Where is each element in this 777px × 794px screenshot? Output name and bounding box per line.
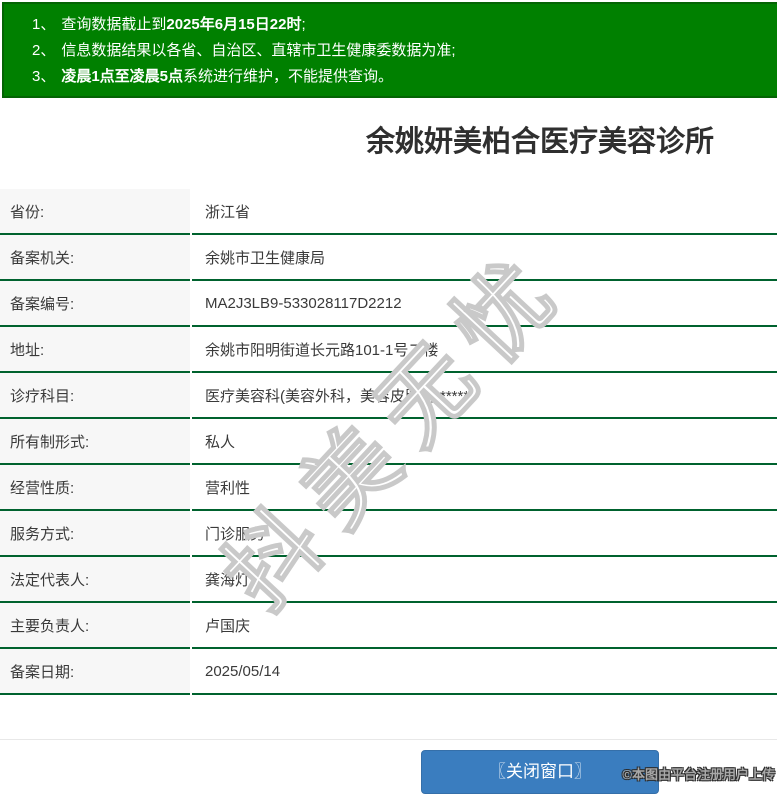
notice-text: ; xyxy=(301,16,306,33)
row-label: 备案日期: xyxy=(0,649,190,695)
row-value: 门诊服务 xyxy=(192,511,777,557)
close-window-button[interactable]: 〖关闭窗口〗 xyxy=(421,750,659,794)
row-value: 余姚市阳明街道长元路101-1号二楼 xyxy=(192,327,777,373)
table-row-departments: 诊疗科目: 医疗美容科(美容外科，美容皮肤科)****** xyxy=(0,373,777,419)
notice-text-bold: 2025年6月15日22时 xyxy=(166,16,302,33)
page-title: 余姚妍美柏合医疗美容诊所 xyxy=(365,126,714,158)
footer-divider xyxy=(0,739,777,740)
table-row-person-in-charge: 主要负责人: 卢国庆 xyxy=(0,603,777,649)
row-label: 诊疗科目: xyxy=(0,373,190,419)
notice-text: 系统进行维护，不能提供查询。 xyxy=(183,68,394,85)
row-value: 余姚市卫生健康局 xyxy=(192,235,777,281)
row-label: 省份: xyxy=(0,189,190,235)
row-value: 医疗美容科(美容外科，美容皮肤科)****** xyxy=(192,373,777,419)
row-value: 私人 xyxy=(192,419,777,465)
row-label: 备案机关: xyxy=(0,235,190,281)
notice-number: 2、 xyxy=(32,42,56,59)
notice-line-1: 1、 查询数据截止到2025年6月15日22时; xyxy=(32,12,777,38)
row-value: 2025/05/14 xyxy=(192,649,777,695)
row-value: 浙江省 xyxy=(192,189,777,235)
notice-text: 信息数据结果以各省、自治区、直辖市卫生健康委数据为准; xyxy=(61,42,456,59)
table-row-address: 地址: 余姚市阳明街道长元路101-1号二楼 xyxy=(0,327,777,373)
notice-number: 3、 xyxy=(32,68,56,85)
notice-number: 1、 xyxy=(32,16,56,33)
table-row-province: 省份: 浙江省 xyxy=(0,189,777,235)
table-row-record-date: 备案日期: 2025/05/14 xyxy=(0,649,777,695)
page-container: 1、 查询数据截止到2025年6月15日22时; 2、 信息数据结果以各省、自治区、… xyxy=(0,2,777,794)
table-row-ownership: 所有制形式: 私人 xyxy=(0,419,777,465)
row-label: 所有制形式: xyxy=(0,419,190,465)
row-value: 营利性 xyxy=(192,465,777,511)
row-value: MA2J3LB9-533028117D2212 xyxy=(192,281,777,327)
row-label: 法定代表人: xyxy=(0,557,190,603)
table-row-legal-representative: 法定代表人: 龚海灯 xyxy=(0,557,777,603)
row-label: 主要负责人: xyxy=(0,603,190,649)
row-value: 卢国庆 xyxy=(192,603,777,649)
table-row-business-nature: 经营性质: 营利性 xyxy=(0,465,777,511)
notice-line-2: 2、 信息数据结果以各省、自治区、直辖市卫生健康委数据为准; xyxy=(32,38,777,64)
row-value: 龚海灯 xyxy=(192,557,777,603)
table-row-authority: 备案机关: 余姚市卫生健康局 xyxy=(0,235,777,281)
table-row-service-mode: 服务方式: 门诊服务 xyxy=(0,511,777,557)
record-table: 省份: 浙江省 备案机关: 余姚市卫生健康局 备案编号: MA2J3LB9-53… xyxy=(0,189,777,695)
notice-banner: 1、 查询数据截止到2025年6月15日22时; 2、 信息数据结果以各省、自治区、… xyxy=(2,2,777,98)
notice-text-bold: 凌晨1点至凌晨5点 xyxy=(61,68,184,85)
notice-text: 查询数据截止到 xyxy=(61,16,167,33)
notice-line-3: 3、 凌晨1点至凌晨5点系统进行维护，不能提供查询。 xyxy=(32,64,777,90)
row-label: 经营性质: xyxy=(0,465,190,511)
table-row-record-number: 备案编号: MA2J3LB9-533028117D2212 xyxy=(0,281,777,327)
row-label: 服务方式: xyxy=(0,511,190,557)
row-label: 备案编号: xyxy=(0,281,190,327)
row-label: 地址: xyxy=(0,327,190,373)
